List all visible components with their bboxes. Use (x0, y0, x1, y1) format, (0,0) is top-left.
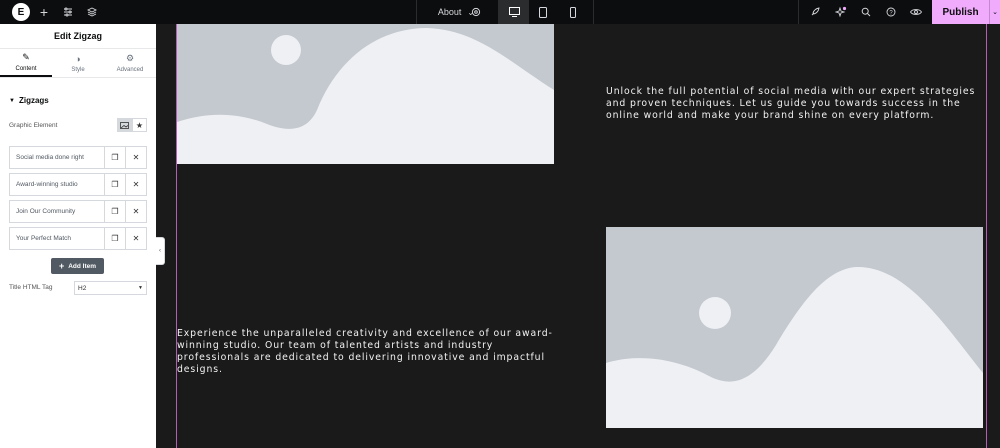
plus-icon: + (58, 261, 65, 271)
section-toggle-zigzags[interactable]: ▼ Zigzags (9, 96, 49, 105)
zigzag-image-placeholder[interactable] (606, 227, 983, 428)
collapse-panel-chevron-icon[interactable]: ‹ (156, 237, 165, 265)
add-element-icon[interactable]: + (36, 0, 52, 24)
editor-panel: Edit Zigzag ✎ Content ◑ Style ⚙ Advanced… (0, 24, 156, 448)
select-value: H2 (78, 284, 87, 292)
add-item-button[interactable]: + Add Item (51, 258, 104, 274)
zigzag-image-placeholder[interactable] (177, 24, 554, 164)
publish-options-chevron-icon[interactable]: ⌄ (989, 0, 1000, 24)
help-icon[interactable]: ? (882, 0, 900, 24)
pencil-icon: ✎ (22, 52, 30, 62)
duplicate-icon[interactable]: ❐ (104, 174, 125, 195)
item-title: Social media done right (16, 154, 84, 161)
title-html-tag-label: Title HTML Tag (9, 284, 53, 291)
site-settings-icon[interactable] (60, 0, 76, 24)
gear-icon: ⚙ (125, 53, 135, 63)
caret-down-icon: ▼ (138, 285, 143, 291)
preview-eye-icon[interactable] (906, 0, 926, 24)
tab-label: Content (15, 66, 37, 72)
remove-close-icon[interactable]: ✕ (125, 201, 146, 222)
contrast-icon: ◑ (75, 53, 81, 64)
title-html-tag-select[interactable]: H2 ▼ (74, 281, 147, 295)
tablet-view-icon[interactable] (529, 0, 557, 24)
graphic-element-label: Graphic Element (9, 122, 58, 129)
elementor-logo-icon[interactable]: E (12, 3, 30, 21)
panel-title: Edit Zigzag (0, 24, 156, 49)
section-guide-line (986, 24, 987, 448)
page-selector[interactable]: About ⌄ (416, 0, 496, 24)
top-bar: E + About ⌄ ? Publish ⌄ (0, 0, 1000, 24)
page-settings-gear-icon[interactable] (468, 0, 484, 24)
section-title: Zigzags (18, 96, 49, 105)
list-item[interactable]: Join Our Community ❐ ✕ (9, 200, 147, 223)
remove-close-icon[interactable]: ✕ (125, 174, 146, 195)
desktop-view-icon[interactable] (499, 0, 529, 24)
duplicate-icon[interactable]: ❐ (104, 201, 125, 222)
caret-down-icon: ▼ (9, 97, 15, 104)
editor-canvas: Unlock the full potential of social medi… (165, 24, 1000, 448)
tab-style[interactable]: ◑ Style (52, 49, 104, 77)
zigzag-repeater-list: Social media done right ❐ ✕ Award-winnin… (9, 146, 147, 254)
remove-close-icon[interactable]: ✕ (125, 228, 146, 249)
duplicate-icon[interactable]: ❐ (104, 147, 125, 168)
page-name: About (437, 7, 462, 17)
duplicate-icon[interactable]: ❐ (104, 228, 125, 249)
graphic-element-choices: ★ (117, 118, 147, 132)
list-item[interactable]: Award-winning studio ❐ ✕ (9, 173, 147, 196)
publish-button[interactable]: Publish (932, 0, 989, 24)
panel-tabs: ✎ Content ◑ Style ⚙ Advanced (0, 49, 156, 78)
list-item[interactable]: Social media done right ❐ ✕ (9, 146, 147, 169)
icon-choice-star-icon[interactable]: ★ (132, 118, 147, 132)
item-title: Join Our Community (16, 208, 76, 215)
search-icon[interactable] (857, 0, 875, 24)
notes-sparkle-icon[interactable] (831, 0, 851, 24)
item-title: Award-winning studio (16, 181, 78, 188)
remove-close-icon[interactable]: ✕ (125, 147, 146, 168)
add-item-label: Add Item (68, 262, 97, 270)
zigzag-description: Experience the unparalleled creativity a… (177, 328, 553, 375)
list-item[interactable]: Your Perfect Match ❐ ✕ (9, 227, 147, 250)
rocket-icon[interactable] (806, 0, 824, 24)
tab-advanced[interactable]: ⚙ Advanced (104, 49, 156, 77)
item-title: Your Perfect Match (16, 235, 72, 242)
tab-label: Advanced (116, 67, 144, 73)
structure-layers-icon[interactable] (84, 0, 100, 24)
mobile-view-icon[interactable] (559, 0, 587, 24)
tab-content[interactable]: ✎ Content (0, 49, 52, 77)
zigzag-description: Unlock the full potential of social medi… (606, 86, 976, 121)
image-choice-icon[interactable] (117, 118, 132, 132)
tab-label: Style (71, 66, 85, 73)
